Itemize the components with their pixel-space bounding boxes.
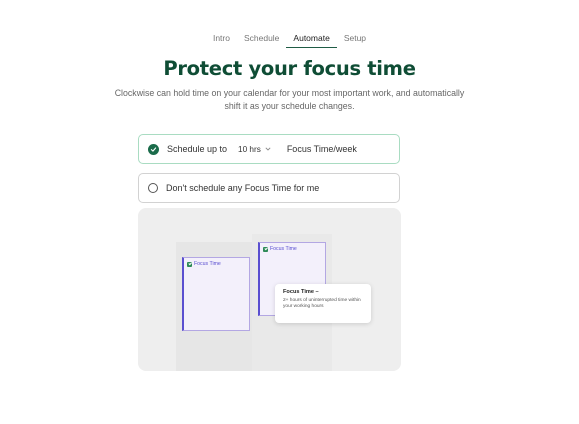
tooltip-title: Focus Time – — [283, 289, 319, 295]
radio-empty-icon — [148, 183, 158, 193]
option-schedule-focus-time[interactable]: Schedule up to 10 hrs Focus Time/week — [138, 134, 400, 164]
focus-block-left-text: Focus Time — [194, 261, 221, 267]
tab-intro[interactable]: Intro — [206, 33, 237, 48]
focus-block-right-text: Focus Time — [270, 246, 297, 252]
check-circle-icon — [148, 143, 159, 155]
calendar-preview: Focus Time Focus Time Focus Time – 2+ ho… — [138, 208, 401, 371]
tab-schedule[interactable]: Schedule — [237, 33, 286, 48]
focus-block-right-label: Focus Time — [263, 246, 297, 252]
focus-block-left-label: Focus Time — [187, 261, 221, 267]
option-no-focus-time[interactable]: Don't schedule any Focus Time for me — [138, 173, 400, 203]
option-no-focus-label: Don't schedule any Focus Time for me — [166, 183, 320, 193]
chevron-down-icon — [265, 146, 271, 153]
step-tabs: Intro Schedule Automate Setup — [0, 33, 579, 48]
page-title: Protect your focus time — [163, 57, 416, 80]
focus-time-tooltip: Focus Time – 2+ hours of uninterrupted t… — [275, 284, 371, 323]
option-schedule-suffix: Focus Time/week — [286, 144, 357, 154]
tab-automate[interactable]: Automate — [286, 33, 337, 48]
clockwise-logo-icon — [263, 246, 268, 252]
tab-setup[interactable]: Setup — [337, 33, 373, 48]
clockwise-logo-icon — [187, 261, 192, 267]
hours-select[interactable]: 10 hrs — [238, 145, 271, 154]
focus-block-left: Focus Time — [182, 257, 250, 331]
option-schedule-prefix: Schedule up to — [167, 144, 228, 154]
page-description: Clockwise can hold time on your calendar… — [114, 88, 465, 111]
tooltip-body: 2+ hours of uninterrupted time within yo… — [283, 298, 361, 310]
hours-select-value: 10 hrs — [238, 144, 261, 154]
